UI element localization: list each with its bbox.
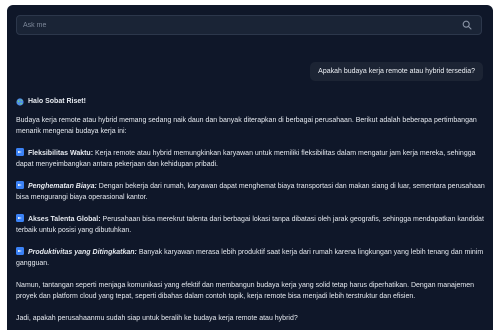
arrow-right-icon xyxy=(16,247,24,255)
arrow-right-icon xyxy=(16,181,24,189)
intro-paragraph: Budaya kerja remote atau hybrid memang s… xyxy=(16,117,477,135)
item-label: Fleksibilitas Waktu: xyxy=(27,150,94,157)
arrow-right-icon xyxy=(16,148,24,156)
search-icon[interactable] xyxy=(462,20,472,30)
assistant-answer: Halo Sobat Riset! Budaya kerja remote at… xyxy=(16,96,486,324)
greeting-text: Halo Sobat Riset! xyxy=(28,98,86,105)
list-item: Fleksibilitas Waktu: Kerja remote atau h… xyxy=(16,148,486,170)
item-label: Penghematan Biaya: xyxy=(27,183,97,190)
search-bar[interactable] xyxy=(16,15,482,35)
search-input[interactable] xyxy=(23,19,443,31)
globe-icon xyxy=(16,97,24,106)
item-label: Produktivitas yang Ditingkatkan: xyxy=(27,249,137,256)
closing-question: Jadi, apakah perusahaanmu sudah siap unt… xyxy=(16,315,298,322)
list-item: Penghematan Biaya: Dengan bekerja dari r… xyxy=(16,181,486,203)
user-message-text: Apakah budaya kerja remote atau hybrid t… xyxy=(318,68,475,75)
list-item: Akses Talenta Global: Perusahaan bisa me… xyxy=(16,214,486,236)
greeting: Halo Sobat Riset! xyxy=(16,96,486,107)
arrow-right-icon xyxy=(16,214,24,222)
closing-paragraph: Namun, tantangan seperti menjaga komunik… xyxy=(16,282,475,300)
chat-window: Apakah budaya kerja remote atau hybrid t… xyxy=(7,5,493,330)
user-message-bubble: Apakah budaya kerja remote atau hybrid t… xyxy=(310,62,483,81)
list-item: Produktivitas yang Ditingkatkan: Banyak … xyxy=(16,247,486,269)
item-label: Akses Talenta Global: xyxy=(27,216,101,223)
